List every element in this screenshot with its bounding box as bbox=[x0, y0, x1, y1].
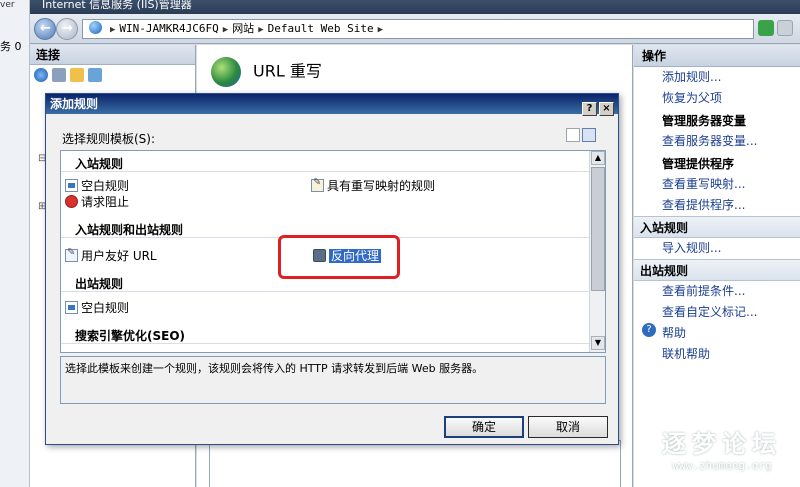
rewrite-map-icon bbox=[311, 177, 324, 192]
ok-button[interactable]: 确定 bbox=[444, 416, 524, 438]
actions-header: 操作 bbox=[634, 45, 800, 67]
address-segment-server[interactable]: WIN-JAMKR4JC6FQ bbox=[119, 22, 218, 35]
manage-providers-heading: 管理提供程序 bbox=[662, 157, 735, 171]
group-inbound: 入站规则 bbox=[75, 157, 124, 171]
help-label: 帮助 bbox=[662, 326, 687, 340]
import-rules-link[interactable]: 导入规则... bbox=[634, 238, 800, 259]
left-strip-fragment-top: ver bbox=[0, 0, 15, 10]
template-user-friendly-url[interactable]: 用户友好 URL bbox=[65, 247, 157, 264]
outbound-rules-section: 出站规则 bbox=[634, 259, 800, 281]
view-providers-link[interactable]: 查看提供程序... bbox=[634, 195, 800, 216]
group-seo: 搜索引擎优化(SEO) bbox=[75, 329, 186, 343]
template-outbound-blank-rule[interactable]: 空白规则 bbox=[65, 299, 129, 316]
template-label: 用户友好 URL bbox=[81, 249, 157, 263]
help-link[interactable]: ? 帮助 bbox=[634, 323, 800, 344]
connections-toolbar bbox=[30, 65, 195, 87]
watermark-url: www.zhumeng.org bbox=[672, 459, 772, 472]
stop-icon[interactable] bbox=[777, 20, 793, 36]
annotation-highlight-box bbox=[278, 235, 400, 279]
back-arrow-icon: ← bbox=[40, 21, 51, 36]
scroll-up-arrow-icon[interactable]: ▲ bbox=[591, 151, 605, 165]
template-label: 具有重写映射的规则 bbox=[327, 179, 436, 193]
feature-title-text: URL 重写 bbox=[253, 61, 322, 81]
group-divider bbox=[61, 291, 591, 292]
template-description: 选择此模板来创建一个规则，该规则会将传入的 HTTP 请求转发到后端 Web 服… bbox=[60, 356, 606, 404]
watermark-title: 逐梦论坛 bbox=[662, 430, 782, 458]
chevron-right-icon: ▶ bbox=[110, 25, 116, 35]
scroll-down-arrow-icon[interactable]: ▼ bbox=[591, 336, 605, 350]
inbound-rules-section: 入站规则 bbox=[634, 216, 800, 238]
select-template-label: 选择规则模板(S): bbox=[62, 132, 156, 146]
chevron-right-icon: ▶ bbox=[222, 25, 229, 35]
template-blank-rule[interactable]: 空白规则 bbox=[65, 177, 129, 194]
template-label: 空白规则 bbox=[81, 301, 130, 315]
add-rule-link[interactable]: 添加规则... bbox=[634, 67, 800, 88]
revert-to-parent-link[interactable]: 恢复为父项 bbox=[634, 88, 800, 109]
connect-globe-icon[interactable] bbox=[34, 68, 48, 82]
help-icon: ? bbox=[642, 323, 656, 337]
list-view-icon[interactable] bbox=[566, 128, 580, 142]
window-title-bar: Internet 信息服务 (IIS)管理器 bbox=[30, 0, 800, 14]
view-custom-tags-link[interactable]: 查看自定义标记... bbox=[634, 302, 800, 323]
dialog-title-bar: 添加规则 ? × bbox=[46, 94, 618, 117]
left-window-strip: ver 务 0 bbox=[0, 0, 30, 487]
address-icons bbox=[758, 20, 800, 38]
group-outbound: 出站规则 bbox=[75, 277, 124, 291]
group-divider bbox=[61, 343, 591, 344]
block-icon bbox=[65, 195, 78, 208]
globe-icon bbox=[89, 21, 102, 34]
view-rewrite-maps-link[interactable]: 查看重写映射... bbox=[634, 174, 800, 195]
left-strip-fragment-mid: 务 0 bbox=[0, 40, 22, 53]
main-bottom-panel bbox=[209, 440, 621, 487]
blank-rule-icon bbox=[65, 301, 78, 314]
disconnect-icon[interactable] bbox=[88, 68, 102, 82]
address-bar: ← → ▶ WIN-JAMKR4JC6FQ ▶ 网站 ▶ Default Web Site… bbox=[30, 14, 800, 44]
scroll-thumb[interactable] bbox=[591, 167, 605, 291]
feature-title: URL 重写 bbox=[211, 57, 322, 87]
template-request-blocking[interactable]: 请求阻止 bbox=[65, 193, 129, 210]
view-server-vars-link[interactable]: 查看服务器变量... bbox=[634, 131, 800, 152]
window-title: Internet 信息服务 (IIS)管理器 bbox=[42, 0, 192, 11]
dialog-help-button[interactable]: ? bbox=[582, 102, 597, 116]
address-field[interactable]: ▶ WIN-JAMKR4JC6FQ ▶ 网站 ▶ Default Web Site ▶ bbox=[82, 19, 754, 39]
connections-header: 连接 bbox=[30, 45, 195, 65]
chevron-right-icon: ▶ bbox=[258, 25, 264, 35]
friendly-url-icon bbox=[65, 247, 78, 262]
dialog-controls: ? × bbox=[580, 97, 614, 117]
online-help-link[interactable]: 联机帮助 bbox=[634, 344, 800, 365]
tile-view-icon[interactable] bbox=[582, 128, 596, 142]
view-mode-icons bbox=[564, 128, 596, 145]
watermark: 逐梦论坛 www.zhumeng.org bbox=[652, 424, 792, 484]
address-segment-site[interactable]: Default Web Site bbox=[268, 22, 374, 35]
address-segment-sites[interactable]: 网站 bbox=[232, 22, 254, 35]
manage-server-vars-heading: 管理服务器变量 bbox=[662, 114, 747, 128]
template-rule-with-map[interactable]: 具有重写映射的规则 bbox=[311, 177, 435, 194]
dialog-title: 添加规则 bbox=[50, 97, 99, 111]
save-icon[interactable] bbox=[52, 68, 66, 82]
url-rewrite-globe-icon bbox=[211, 57, 241, 87]
template-label: 请求阻止 bbox=[81, 195, 130, 209]
chevron-right-icon: ▶ bbox=[377, 25, 383, 35]
group-inbound-outbound: 入站规则和出站规则 bbox=[75, 223, 184, 237]
folder-up-icon[interactable] bbox=[70, 68, 84, 82]
view-preconditions-link[interactable]: 查看前提条件... bbox=[634, 281, 800, 302]
cancel-button[interactable]: 取消 bbox=[528, 416, 608, 438]
template-label: 空白规则 bbox=[81, 179, 130, 193]
refresh-icon[interactable] bbox=[758, 20, 774, 36]
group-divider bbox=[61, 171, 591, 172]
forward-button[interactable]: → bbox=[56, 18, 78, 40]
back-button[interactable]: ← bbox=[34, 18, 56, 40]
forward-arrow-icon: → bbox=[62, 21, 73, 36]
blank-rule-icon bbox=[65, 179, 78, 192]
dialog-close-button[interactable]: × bbox=[599, 102, 614, 116]
actions-pane: 操作 添加规则... 恢复为父项 管理服务器变量 查看服务器变量... 管理提供… bbox=[634, 45, 800, 487]
list-scrollbar[interactable]: ▲ ▼ bbox=[589, 151, 605, 352]
